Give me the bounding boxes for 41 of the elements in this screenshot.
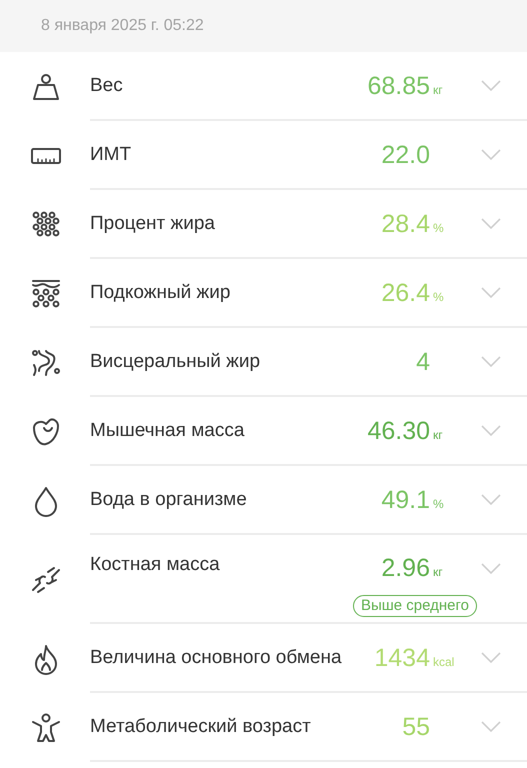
metric-label: Мышечная масса xyxy=(90,418,246,442)
metric-value: 68.85 xyxy=(367,70,430,100)
metric-label: Метаболический возраст xyxy=(90,714,312,738)
metric-label: Величина основного обмена xyxy=(90,646,343,670)
chevron-down-icon[interactable] xyxy=(481,494,501,506)
metric-label: Вода в организме xyxy=(90,488,248,512)
status-badge: Выше среднего xyxy=(352,595,477,617)
metric-label: Подкожный жир xyxy=(90,280,232,304)
chevron-down-icon[interactable] xyxy=(481,652,501,664)
metric-value: 55 xyxy=(402,712,430,742)
metric-unit: кг xyxy=(433,564,444,581)
metric-value: 1434 xyxy=(374,642,430,672)
chevron-down-icon[interactable] xyxy=(481,563,501,575)
metric-unit: кг xyxy=(433,426,444,444)
metric-label: ИМТ xyxy=(90,142,132,166)
chevron-down-icon[interactable] xyxy=(481,356,501,368)
metric-unit: кг xyxy=(433,82,444,98)
person-icon xyxy=(30,712,62,744)
metric-unit: % xyxy=(433,496,445,512)
chevron-down-icon[interactable] xyxy=(481,424,501,436)
metric-value: 46.30 xyxy=(367,416,430,446)
measurement-date: 8 января 2025 г. 05:22 xyxy=(41,16,204,36)
metric-label: Костная масса xyxy=(90,553,221,577)
metric-label: Процент жира xyxy=(90,212,216,236)
metric-label: Висцеральный жир xyxy=(90,350,262,374)
metric-unit: % xyxy=(433,288,445,306)
metric-unit: % xyxy=(433,220,445,236)
metric-value: 2.96 xyxy=(381,553,430,583)
chevron-down-icon[interactable] xyxy=(481,720,501,732)
metric-label: Вес xyxy=(90,74,124,98)
skin-layers-icon xyxy=(30,278,62,310)
metric-unit: kcal xyxy=(433,654,456,670)
metric-value: 26.4 xyxy=(381,278,430,308)
chevron-down-icon[interactable] xyxy=(481,80,501,92)
metric-value: 22.0 xyxy=(381,140,430,170)
chevron-down-icon[interactable] xyxy=(481,218,501,230)
metric-value: 28.4 xyxy=(381,208,430,238)
chevron-down-icon[interactable] xyxy=(481,286,501,298)
metric-value: 49.1 xyxy=(381,484,430,514)
metric-value: 4 xyxy=(416,346,430,376)
chevron-down-icon[interactable] xyxy=(481,148,501,160)
